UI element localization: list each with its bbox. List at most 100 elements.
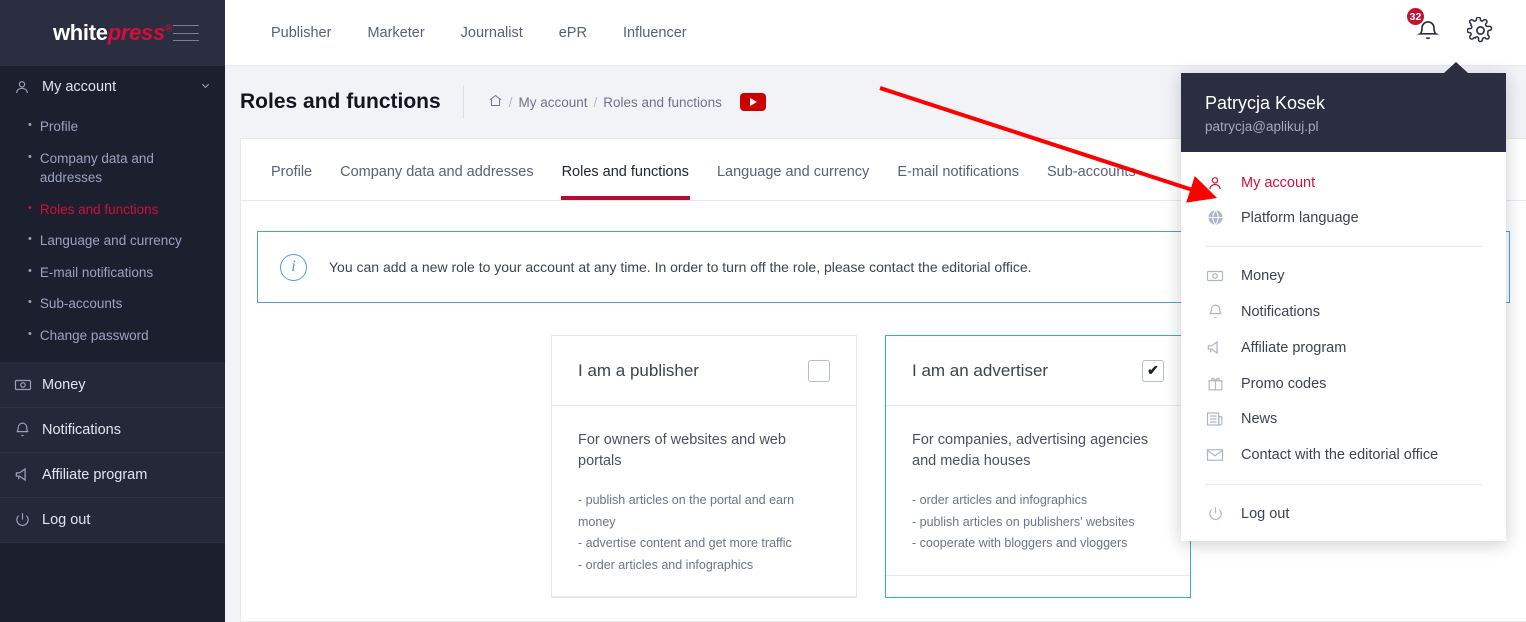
- newspaper-icon: [1205, 410, 1225, 428]
- breadcrumb: / My account / Roles and functions: [488, 93, 766, 111]
- megaphone-icon: [14, 465, 40, 484]
- dropdown-caret-icon: [1444, 62, 1468, 73]
- role-benefits: - order articles and infographics - publ…: [912, 490, 1164, 555]
- dropdown-item-contact-editorial-office[interactable]: Contact with the editorial office: [1181, 437, 1506, 473]
- dropdown-item-money[interactable]: Money: [1181, 258, 1506, 294]
- dropdown-item-log-out[interactable]: Log out: [1181, 496, 1506, 531]
- home-icon[interactable]: [488, 93, 503, 111]
- top-actions: 32: [1406, 7, 1526, 49]
- dropdown-item-promo-codes[interactable]: Promo codes: [1181, 366, 1506, 401]
- sidebar-item-change-password[interactable]: • Change password: [0, 320, 225, 352]
- dropdown-item-notifications[interactable]: Notifications: [1181, 294, 1506, 329]
- bell-icon: [14, 421, 40, 438]
- dropdown-item-label: News: [1241, 411, 1278, 427]
- role-card-body: For owners of websites and web portals -…: [552, 406, 856, 598]
- tab-company-data-and-addresses[interactable]: Company data and addresses: [326, 164, 547, 200]
- tab-language-and-currency[interactable]: Language and currency: [703, 164, 883, 200]
- dropdown-item-label: My account: [1241, 175, 1316, 191]
- logo-bar: whitepress®: [0, 0, 225, 66]
- bullet-icon: •: [28, 264, 32, 277]
- sidebar-item-notifications[interactable]: Notifications: [0, 407, 225, 453]
- dropdown-item-label: Contact with the editorial office: [1241, 447, 1439, 463]
- hamburger-menu-icon[interactable]: [173, 25, 199, 41]
- topnav-item-epr[interactable]: ePR: [541, 25, 605, 41]
- gear-icon: [1466, 15, 1494, 49]
- sidebar-item-email-notifications[interactable]: • E-mail notifications: [0, 257, 225, 289]
- role-card-publisher[interactable]: I am a publisher For owners of websites …: [551, 335, 857, 599]
- notifications-button[interactable]: 32: [1406, 7, 1441, 48]
- envelope-icon: [1205, 446, 1225, 464]
- dropdown-item-label: Money: [1241, 268, 1285, 284]
- role-title: I am a publisher: [578, 360, 699, 380]
- sidebar-item-language-and-currency[interactable]: • Language and currency: [0, 225, 225, 257]
- sidebar-sub-label: Profile: [39, 119, 79, 134]
- app-root: whitepress® My account • Profile • Company…: [0, 0, 1526, 622]
- page-title: Roles and functions: [240, 90, 441, 113]
- sidebar-item-profile[interactable]: • Profile: [0, 111, 225, 143]
- sidebar-item-money[interactable]: Money: [0, 362, 225, 408]
- dropdown-item-label: Platform language: [1241, 209, 1359, 226]
- sidebar-sub-label: Roles and functions: [39, 201, 159, 217]
- tab-roles-and-functions[interactable]: Roles and functions: [548, 164, 703, 200]
- sidebar-item-log-out[interactable]: Log out: [0, 497, 225, 543]
- topnav-item-influencer[interactable]: Influencer: [605, 25, 705, 41]
- bullet-icon: •: [28, 150, 32, 163]
- sidebar-item-affiliate-program[interactable]: Affiliate program: [0, 452, 225, 498]
- sidebar: whitepress® My account • Profile • Company…: [0, 0, 225, 622]
- dropdown-user-name: Patrycja Kosek: [1205, 93, 1326, 113]
- breadcrumb-separator: /: [508, 94, 513, 110]
- sidebar-affiliate-label: Affiliate program: [42, 466, 148, 483]
- role-benefit-item: - cooperate with bloggers and vloggers: [912, 536, 1128, 551]
- user-icon: [14, 79, 38, 95]
- dropdown-item-news[interactable]: News: [1181, 401, 1506, 437]
- dropdown-divider: [1205, 484, 1482, 485]
- role-benefit-item: - order articles and infographics: [578, 557, 754, 572]
- sidebar-sub-label: Sub-accounts: [39, 296, 123, 312]
- tab-email-notifications[interactable]: E-mail notifications: [883, 164, 1033, 200]
- tab-profile[interactable]: Profile: [257, 164, 326, 200]
- sidebar-item-sub-accounts[interactable]: • Sub-accounts: [0, 288, 225, 320]
- account-dropdown-menu: Patrycja Kosek patrycja@aplikuj.pl My ac…: [1181, 62, 1506, 541]
- power-icon: [1205, 505, 1225, 522]
- sidebar-sub-label: Company data and addresses: [39, 150, 154, 186]
- topnav-item-marketer[interactable]: Marketer: [349, 25, 442, 41]
- dropdown-item-my-account[interactable]: My account: [1181, 166, 1506, 200]
- sidebar-item-roles-and-functions[interactable]: • Roles and functions: [0, 194, 225, 226]
- dropdown-item-affiliate-program[interactable]: Affiliate program: [1181, 329, 1506, 366]
- role-subtitle: For companies, advertising agencies and …: [912, 432, 1149, 470]
- dropdown-user-email: patrycja@aplikuj.pl: [1205, 119, 1319, 134]
- advertiser-checkbox[interactable]: ✔: [1142, 359, 1164, 382]
- globe-icon: [1205, 209, 1225, 226]
- bullet-icon: •: [28, 327, 32, 340]
- role-card-advertiser[interactable]: I am an advertiser ✔ For companies, adve…: [885, 335, 1191, 599]
- sidebar-item-my-account[interactable]: My account: [0, 66, 225, 107]
- topnav-item-journalist[interactable]: Journalist: [443, 25, 541, 41]
- breadcrumb-separator: /: [593, 94, 598, 110]
- dropdown-item-platform-language[interactable]: Platform language: [1181, 200, 1506, 235]
- header-divider: [462, 85, 464, 119]
- role-benefit-item: - order articles and infographics: [912, 493, 1088, 508]
- topnav-item-publisher[interactable]: Publisher: [253, 25, 349, 41]
- chevron-down-icon[interactable]: [200, 80, 211, 94]
- role-benefit-item: - advertise content and get more traffic: [578, 536, 792, 551]
- dropdown-item-label: Affiliate program: [1241, 339, 1347, 356]
- brand-logo[interactable]: whitepress®: [53, 22, 172, 44]
- sidebar-sub-label: Language and currency: [39, 233, 182, 249]
- role-subtitle: For owners of websites and web portals: [578, 432, 786, 470]
- youtube-play-icon[interactable]: [739, 93, 766, 111]
- tab-sub-accounts[interactable]: Sub-accounts: [1033, 164, 1150, 200]
- user-icon: [1205, 175, 1225, 191]
- dropdown-item-label: Notifications: [1241, 303, 1320, 320]
- sidebar-lower-group: Money Notifications Affiliate program Lo…: [0, 361, 225, 543]
- sidebar-sub-label: E-mail notifications: [39, 264, 154, 280]
- publisher-checkbox[interactable]: [808, 359, 830, 382]
- money-icon: [1205, 267, 1225, 285]
- settings-button[interactable]: [1466, 15, 1494, 49]
- sidebar-item-company-data[interactable]: • Company data and addresses: [0, 143, 225, 194]
- topbar: Publisher Marketer Journalist ePR Influe…: [225, 0, 1526, 66]
- sidebar-logout-label: Log out: [42, 511, 91, 528]
- bullet-icon: •: [28, 201, 32, 214]
- role-benefits: - publish articles on the portal and ear…: [578, 490, 830, 576]
- breadcrumb-item-my-account[interactable]: My account: [518, 95, 587, 110]
- breadcrumb-item-roles-and-functions[interactable]: Roles and functions: [603, 95, 722, 110]
